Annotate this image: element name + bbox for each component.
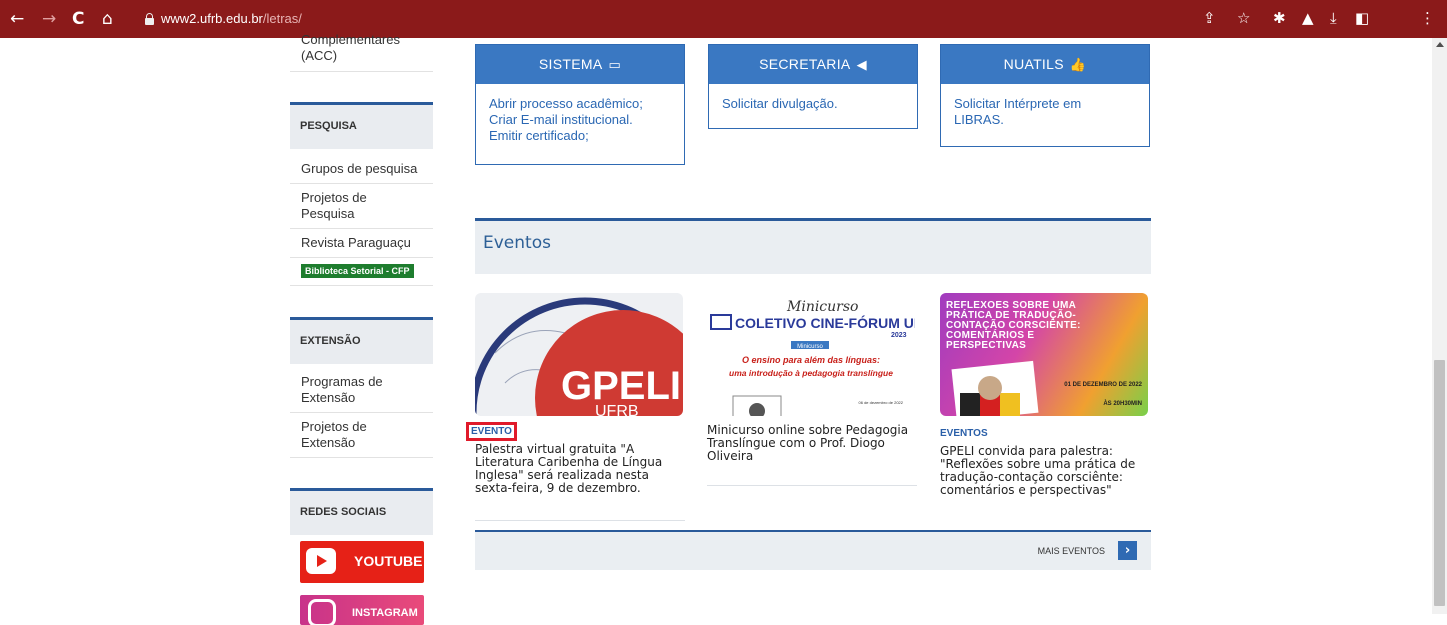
page-scrollbar[interactable] <box>1432 38 1447 614</box>
minicurso-script-text: Minicurso <box>786 299 858 315</box>
service-title-secretaria: SECRETARIA <box>759 56 851 72</box>
minicurso-date: 06 de dezembro de 2022 <box>859 400 904 405</box>
events-title: Eventos <box>483 233 551 253</box>
instagram-camera-icon <box>308 599 336 625</box>
service-line[interactable]: Solicitar divulgação. <box>722 96 904 112</box>
service-box-sistema[interactable]: SISTEMA ▭ Abrir processo acadêmico; Criar… <box>475 44 685 165</box>
cine-forum-logo-text: COLETIVO CINE-FÓRUM UEMS <box>735 314 915 331</box>
sidebar-item-programas-extensao[interactable]: Programas de Extensão <box>290 368 433 413</box>
scrollbar-thumb[interactable] <box>1434 360 1445 606</box>
service-line[interactable]: LIBRAS. <box>954 112 1136 128</box>
section-header-redes-sociais: REDES SOCIAIS <box>290 488 433 535</box>
event-tag-highlighted[interactable]: EVENTO <box>466 422 517 441</box>
biblioteca-setorial-badge[interactable]: Biblioteca Setorial - CFP <box>301 264 414 278</box>
service-line[interactable]: Solicitar Intérprete em <box>954 96 1136 112</box>
sidebar-item-revista-paraguacu[interactable]: Revista Paraguaçu <box>290 229 433 258</box>
service-line[interactable]: Criar E-mail institucional. <box>489 112 671 128</box>
reflexoes-date: 01 DE DEZEMBRO DE 2022 <box>1064 382 1142 388</box>
service-title-nuatils: NUATILS <box>1003 56 1064 72</box>
reload-icon[interactable]: C <box>72 9 84 29</box>
sidebar-item-acc[interactable]: Complementares (ACC) <box>290 32 433 72</box>
event-card[interactable]: REFLEXÕES SOBRE UMA PRÁTICA DE TRADUÇÃO-… <box>940 293 1148 497</box>
reflexoes-heading: REFLEXÕES SOBRE UMA PRÁTICA DE TRADUÇÃO-… <box>946 301 1081 351</box>
youtube-button[interactable]: YOUTUBE <box>300 541 424 583</box>
minicurso-line3: uma introdução à pedagogia translíngue <box>729 368 893 378</box>
megaphone-icon: ◀ <box>856 57 867 72</box>
event-card[interactable]: COLETIVO CINE-FÓRUM UEMS 2023 Minicurso … <box>707 293 915 463</box>
instagram-label: INSTAGRAM <box>352 607 418 619</box>
service-title-sistema: SISTEMA <box>538 56 603 72</box>
event-title[interactable]: GPELI convida para palestra: "Reflexões … <box>940 445 1148 497</box>
event-tag[interactable]: EVENTOS <box>940 428 1148 439</box>
scroll-up-arrow-icon[interactable] <box>1436 42 1444 47</box>
lock-icon <box>145 13 154 25</box>
menu-kebab-icon[interactable]: ⋮ <box>1420 9 1435 27</box>
chevron-right-icon[interactable]: › <box>1118 541 1137 560</box>
cine-forum-year: 2023 <box>891 332 907 339</box>
laptop-icon: ▭ <box>608 57 622 72</box>
more-events-link[interactable]: MAIS EVENTOS <box>1038 546 1105 556</box>
event-divider <box>475 520 685 521</box>
bookmark-star-icon[interactable]: ☆ <box>1237 9 1250 27</box>
youtube-label: YOUTUBE <box>354 553 423 569</box>
more-events-bar: MAIS EVENTOS › <box>475 530 1151 570</box>
event-card[interactable]: GPELI UFRB EVENTO Palestra virtual gratu… <box>466 293 683 495</box>
sidebar-item-projetos-extensao[interactable]: Projetos de Extensão <box>290 413 433 458</box>
thumbs-up-icon: 👍 <box>1069 57 1087 72</box>
event-image-gpeli[interactable]: GPELI UFRB <box>475 293 683 416</box>
youtube-play-icon <box>306 548 336 574</box>
download-icon[interactable]: ⤓ <box>1330 9 1337 27</box>
extensions-icon[interactable]: ✱ <box>1273 9 1286 27</box>
instagram-button[interactable]: INSTAGRAM <box>300 595 424 625</box>
gpeli-logo-subtext: UFRB <box>595 403 639 416</box>
service-box-secretaria[interactable]: SECRETARIA ◀ Solicitar divulgação. <box>708 44 918 129</box>
minicurso-line2: O ensino para além das línguas: <box>742 355 880 365</box>
forward-icon[interactable]: → <box>42 9 56 29</box>
left-sidebar: Complementares (ACC) PESQUISA Grupos de … <box>290 32 433 625</box>
event-divider <box>707 485 917 486</box>
service-box-nuatils[interactable]: NUATILS 👍 Solicitar Intérprete em LIBRAS. <box>940 44 1150 147</box>
home-icon[interactable]: ⌂ <box>102 9 113 29</box>
lab-flask-icon[interactable]: ▲ <box>1302 9 1314 27</box>
event-title[interactable]: Palestra virtual gratuita "A Literatura … <box>475 443 683 495</box>
event-title[interactable]: Minicurso online sobre Pedagogia Translí… <box>707 424 915 463</box>
service-line[interactable]: Emitir certificado; <box>489 128 671 144</box>
browser-toolbar: ← → C ⌂ www2.ufrb.edu.br/letras/ ⇪ ☆ ✱ ▲… <box>0 0 1447 38</box>
section-header-extensao: EXTENSÃO <box>290 317 433 364</box>
url-path: /letras/ <box>262 11 302 26</box>
sidepanel-icon[interactable]: ◧ <box>1355 9 1369 27</box>
address-bar[interactable]: www2.ufrb.edu.br/letras/ <box>133 8 1243 32</box>
events-section-header: Eventos <box>475 218 1151 274</box>
event-image-reflexoes[interactable]: REFLEXÕES SOBRE UMA PRÁTICA DE TRADUÇÃO-… <box>940 293 1148 416</box>
gpeli-logo-text: GPELI <box>561 364 681 408</box>
event-image-minicurso[interactable]: COLETIVO CINE-FÓRUM UEMS 2023 Minicurso … <box>707 293 915 416</box>
share-icon[interactable]: ⇪ <box>1203 9 1216 27</box>
sidebar-item-grupos-pesquisa[interactable]: Grupos de pesquisa <box>290 155 433 184</box>
minicurso-badge: Minicurso <box>797 344 823 350</box>
sidebar-item-projetos-pesquisa[interactable]: Projetos de Pesquisa <box>290 184 433 229</box>
reflexoes-time: ÀS 20H30MIN <box>1103 400 1142 407</box>
url-domain: www2.ufrb.edu.br <box>161 11 263 26</box>
service-line[interactable]: Abrir processo acadêmico; <box>489 96 671 112</box>
section-header-pesquisa: PESQUISA <box>290 102 433 149</box>
back-icon[interactable]: ← <box>10 9 24 29</box>
